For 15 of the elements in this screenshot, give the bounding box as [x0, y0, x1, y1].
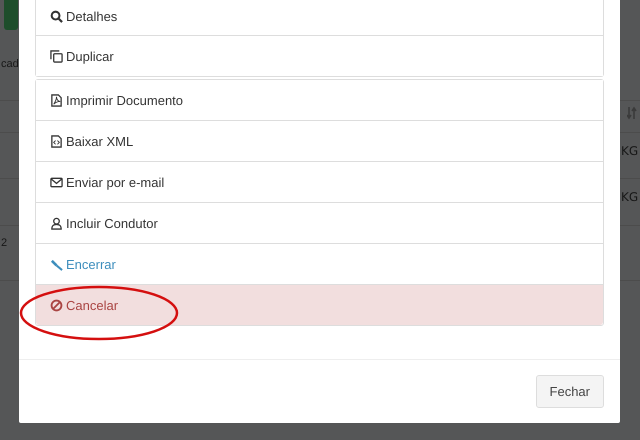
background-text: KG: [621, 190, 638, 204]
background-text: 2: [1, 237, 8, 249]
background-text: cad: [1, 58, 19, 70]
search-icon: [50, 10, 63, 23]
menu-item[interactable]: Duplicar: [36, 35, 603, 76]
code-file-icon: [50, 134, 63, 148]
user-icon: [50, 216, 63, 230]
ban-icon: [50, 298, 63, 312]
pdf-icon: [50, 94, 63, 106]
background-text: KG: [621, 144, 638, 158]
menu-item[interactable]: Cancelar: [36, 284, 603, 325]
close-button[interactable]: Fechar: [536, 375, 604, 408]
envelope-icon: [50, 176, 63, 188]
sort-icon: [627, 106, 637, 120]
copy-icon: [50, 50, 63, 62]
